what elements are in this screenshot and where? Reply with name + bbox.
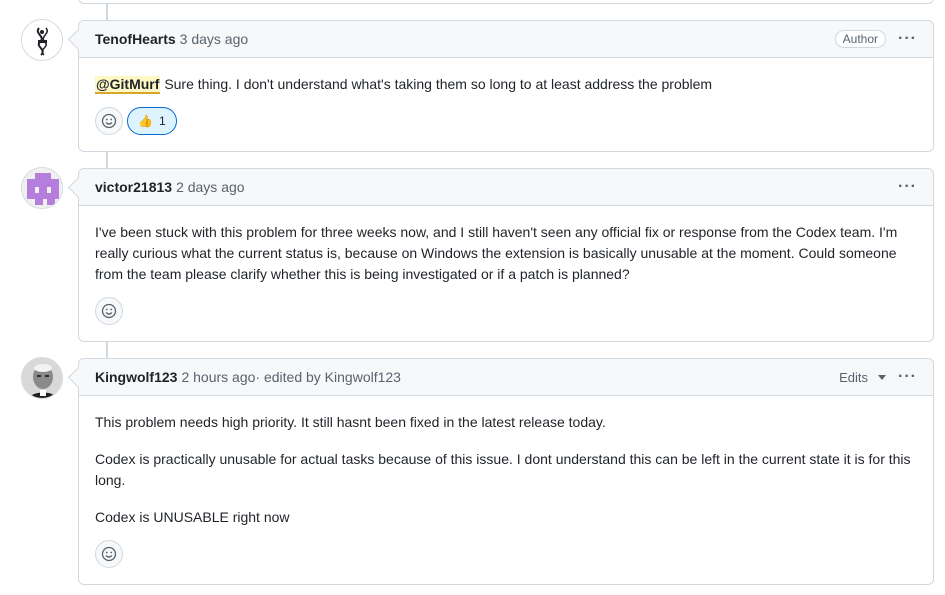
comment-header: Kingwolf123 2 hours ago · edited by King… — [79, 359, 933, 396]
thumbs-up-reaction[interactable]: 👍 1 — [127, 107, 177, 135]
comment-card: TenofHearts 3 days ago Author ··· @GitMu… — [78, 20, 934, 152]
avatar-kingwolf123[interactable] — [21, 357, 63, 399]
thumbs-up-icon: 👍 — [138, 114, 153, 128]
comment-body: I've been stuck with this problem for th… — [79, 206, 933, 297]
reactions-bar — [79, 540, 933, 584]
previous-comment-edge — [78, 0, 934, 4]
edits-dropdown[interactable]: Edits — [839, 369, 887, 385]
comment-paragraph: This problem needs high priority. It sti… — [95, 414, 606, 430]
comment-paragraph: I've been stuck with this problem for th… — [95, 224, 898, 282]
smiley-icon — [101, 303, 117, 319]
user-mention[interactable]: @GitMurf — [95, 76, 161, 94]
author-badge: Author — [834, 30, 887, 48]
comment-timestamp[interactable]: 3 days ago — [180, 31, 249, 47]
add-reaction-button[interactable] — [95, 540, 123, 568]
comment-paragraph: Codex is practically unusable for actual… — [95, 451, 911, 488]
add-reaction-button[interactable] — [95, 297, 123, 325]
smiley-icon — [101, 546, 117, 562]
comment-timestamp[interactable]: 2 hours ago — [181, 369, 255, 385]
issue-timeline: TenofHearts 3 days ago Author ··· @GitMu… — [0, 0, 945, 595]
comment-author[interactable]: Kingwolf123 — [95, 369, 177, 385]
comment-author[interactable]: victor21813 — [95, 179, 172, 195]
timeline-connector — [106, 341, 108, 359]
kebab-horizontal-icon[interactable]: ··· — [898, 31, 917, 47]
timeline-connector — [106, 151, 108, 169]
reactions-bar — [79, 297, 933, 341]
comment-body: @GitMurf Sure thing. I don't understand … — [79, 58, 933, 107]
comment-timestamp[interactable]: 2 days ago — [176, 179, 245, 195]
reaction-count: 1 — [158, 114, 166, 128]
avatar-victor21813[interactable] — [21, 167, 63, 209]
avatar-tenofhearts[interactable] — [21, 19, 63, 61]
kebab-horizontal-icon[interactable]: ··· — [898, 369, 917, 385]
smiley-icon — [101, 113, 117, 129]
edited-note[interactable]: · edited by Kingwolf123 — [255, 369, 401, 385]
comment-paragraph: @GitMurf Sure thing. I don't understand … — [95, 76, 713, 94]
reactions-bar: 👍 1 — [79, 107, 933, 151]
kebab-horizontal-icon[interactable]: ··· — [898, 179, 917, 195]
comment-card: victor21813 2 days ago ··· I've been stu… — [78, 168, 934, 342]
timeline-connector — [106, 3, 108, 21]
comment-paragraph: Codex is UNUSABLE right now — [95, 509, 290, 525]
edits-label: Edits — [839, 369, 869, 385]
comment-author[interactable]: TenofHearts — [95, 31, 176, 47]
comment-card: Kingwolf123 2 hours ago · edited by King… — [78, 358, 934, 585]
triangle-down-icon — [878, 374, 887, 380]
comment-header: victor21813 2 days ago ··· — [79, 169, 933, 206]
comment-header: TenofHearts 3 days ago Author ··· — [79, 21, 933, 58]
comment-body: This problem needs high priority. It sti… — [79, 396, 933, 540]
add-reaction-button[interactable] — [95, 107, 123, 135]
